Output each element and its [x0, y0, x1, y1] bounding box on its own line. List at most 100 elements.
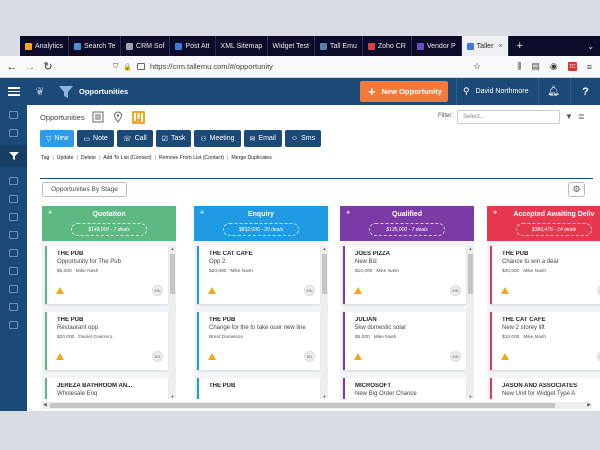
browser-tab[interactable]: Tall Emu — [315, 36, 363, 56]
owner-avatar: DG — [152, 351, 163, 362]
url-field[interactable]: ⛉ 🔒 https://crm.tallemu.com/#/opportunit… — [113, 59, 468, 74]
new-opportunity-button[interactable]: + New Opportunity — [360, 81, 448, 102]
browser-tab[interactable]: Search Te — [69, 36, 122, 56]
bookmark-star-icon[interactable]: ☆ — [468, 61, 486, 72]
notifications-bell-icon[interactable]: 🔔︎ — [538, 78, 568, 105]
view-selector[interactable]: Opportunities By Stage — [42, 182, 127, 197]
bulk-action-link[interactable]: Add To List (Contact) — [103, 155, 151, 161]
sidebar-opportunities-icon[interactable] — [0, 145, 27, 167]
filter-select[interactable]: Select... — [457, 110, 560, 124]
scroll-up-icon[interactable]: ▲ — [467, 246, 474, 251]
back-icon[interactable]: ← — [3, 61, 21, 73]
deal-card[interactable]: THE CAT CAFE Opp 2 $20,000 Mike Nash MN — [197, 246, 320, 304]
sidebar-item-12-icon[interactable] — [9, 321, 18, 329]
browser-tab-active[interactable]: Taller × — [461, 36, 509, 56]
tab-label: Zoho CR — [377, 42, 406, 50]
new-tab-icon[interactable]: + — [509, 36, 531, 56]
column-scrollbar[interactable]: ▲ ▼ — [467, 246, 474, 399]
stage-header[interactable]: ✥ Quotation $149,000 - 7 deals — [42, 206, 176, 241]
browser-tab[interactable]: XML Sitemap — [216, 36, 268, 56]
browser-tab[interactable]: CRM Sof — [121, 36, 171, 56]
bulk-action-link[interactable]: Tag — [41, 155, 49, 161]
deal-card[interactable]: JULIAN 5kw domestic solar $5,000 Mike Nash M… — [343, 312, 466, 370]
bulk-action-link[interactable]: Delete — [81, 155, 96, 161]
account-icon[interactable]: ◉ — [550, 61, 558, 72]
user-menu[interactable]: ⚲ David Northmore — [456, 78, 529, 105]
deal-description: 5kw domestic solar — [355, 325, 407, 331]
new-button[interactable]: ▽ New — [40, 130, 75, 147]
close-tab-icon[interactable]: × — [498, 43, 502, 50]
sidebar-item-7-icon[interactable] — [9, 231, 18, 239]
sidebar-dashboard-icon[interactable] — [9, 111, 18, 119]
sidebar-item-8-icon[interactable] — [9, 249, 18, 257]
hamburger-menu-icon[interactable] — [0, 78, 27, 105]
sidebar-item-11-icon[interactable] — [9, 303, 18, 311]
stage-header[interactable]: ✥ Enquiry $832,000 - 20 deals — [194, 206, 328, 241]
task-button[interactable]: ☑ Task — [155, 130, 192, 147]
gear-icon[interactable]: ⚙ — [568, 182, 585, 197]
scroll-down-icon[interactable]: ▼ — [169, 394, 176, 399]
sidebar-item-9-icon[interactable] — [9, 267, 18, 275]
sidebar-item-5-icon[interactable] — [9, 195, 18, 203]
deal-card[interactable]: THE PUB Change for the to take ouor new l… — [197, 312, 320, 370]
deal-card[interactable]: THE PUB — [197, 378, 320, 399]
help-icon[interactable]: ? — [570, 78, 600, 105]
sidebar-item-6-icon[interactable] — [9, 213, 18, 221]
stage-header[interactable]: ✥ Qualified $135,000 - 7 deals — [340, 206, 474, 241]
reader-view-icon[interactable]: ▤ — [531, 61, 540, 72]
bulk-action-link[interactable]: Update — [57, 155, 74, 161]
tab-favicon-icon — [416, 42, 424, 50]
deal-card[interactable]: JASON AND ASSOCIATES New Unit for Widget … — [490, 378, 600, 399]
column-scrollbar[interactable]: ▲ ▼ — [169, 246, 176, 399]
filter-list-icon[interactable]: ≣ — [578, 112, 585, 121]
browser-tab[interactable]: Analytics — [20, 36, 70, 56]
deal-card[interactable]: THE PUB Restaurant opp $20,000 Daniel Guerr… — [45, 312, 168, 370]
warning-icon — [208, 287, 216, 294]
deal-card[interactable]: THE PUB Opportunity for The Pub $5,000 Mike… — [45, 246, 168, 304]
scroll-down-icon[interactable]: ▼ — [467, 394, 474, 399]
separator: | — [52, 155, 54, 161]
list-tabs-icon[interactable]: ⌄ — [581, 36, 600, 56]
browser-tab[interactable]: Vendor P — [412, 36, 462, 56]
deal-meta: $5,000 Mike Nash — [57, 269, 162, 274]
scroll-up-icon[interactable]: ▲ — [321, 246, 328, 251]
user-name: David Northmore — [475, 88, 529, 95]
deal-card[interactable]: THE PUB Chance to win a deal $20,000 Mike N… — [490, 246, 600, 304]
browser-tab[interactable]: Widget Test — [268, 36, 315, 56]
deal-card[interactable]: JOES PIZZA New Biz $10,000 Mike Nash MN — [343, 246, 466, 304]
deal-card[interactable]: JEREZA BATHROOM AN... Wholesale Enq — [45, 378, 168, 399]
scroll-down-icon[interactable]: ▼ — [321, 394, 328, 399]
emu-logo-icon[interactable]: ❦ — [27, 78, 53, 105]
scroll-thumb[interactable] — [468, 254, 473, 294]
column-scrollbar[interactable]: ▲ ▼ — [321, 246, 328, 399]
meeting-button[interactable]: ⚇ Meeting — [194, 130, 241, 147]
sidebar-item-4-icon[interactable] — [9, 177, 18, 185]
scroll-thumb[interactable] — [170, 254, 175, 294]
browser-tab[interactable]: Post Att — [170, 36, 216, 56]
forward-icon[interactable]: → — [21, 61, 39, 73]
horizontal-scrollbar[interactable]: ◀ ▶ — [42, 402, 592, 409]
kanban-view-icon[interactable] — [131, 110, 145, 124]
scroll-thumb[interactable] — [322, 254, 327, 294]
filter-funnel-icon[interactable]: ▼ — [565, 112, 573, 121]
extension-icon[interactable]: TC — [567, 62, 577, 71]
deal-card[interactable]: MICROSOFT New Big Order Chance — [343, 378, 466, 399]
sidebar-item-10-icon[interactable] — [9, 285, 18, 293]
browser-tab[interactable]: Zoho CR — [363, 36, 412, 56]
sms-button[interactable]: ☺ Sms — [284, 130, 322, 147]
bulk-action-link[interactable]: Remove From List (Contact) — [159, 155, 224, 161]
deal-company: JULIAN — [355, 317, 377, 323]
menu-icon[interactable]: ≡ — [587, 62, 592, 72]
sidebar-contacts-icon[interactable] — [9, 129, 18, 137]
library-icon[interactable]: ⫼ — [517, 61, 521, 72]
deal-card[interactable]: THE CAT CAFE New 2 storey lift $10,000 Mike… — [490, 312, 600, 370]
note-button[interactable]: ▭ Note — [77, 130, 114, 147]
stage-header[interactable]: ✥ Accepted Awaiting Deliv $389,476 - 14 de… — [487, 206, 600, 241]
email-button[interactable]: ✉ Email — [243, 130, 282, 147]
scroll-up-icon[interactable]: ▲ — [169, 246, 176, 251]
list-view-icon[interactable] — [92, 111, 105, 124]
reload-icon[interactable]: ↻ — [39, 60, 57, 73]
call-button[interactable]: ☏ Call — [116, 130, 153, 147]
map-view-icon[interactable] — [112, 111, 125, 124]
bulk-action-link[interactable]: Merge Duplicates — [231, 155, 271, 161]
